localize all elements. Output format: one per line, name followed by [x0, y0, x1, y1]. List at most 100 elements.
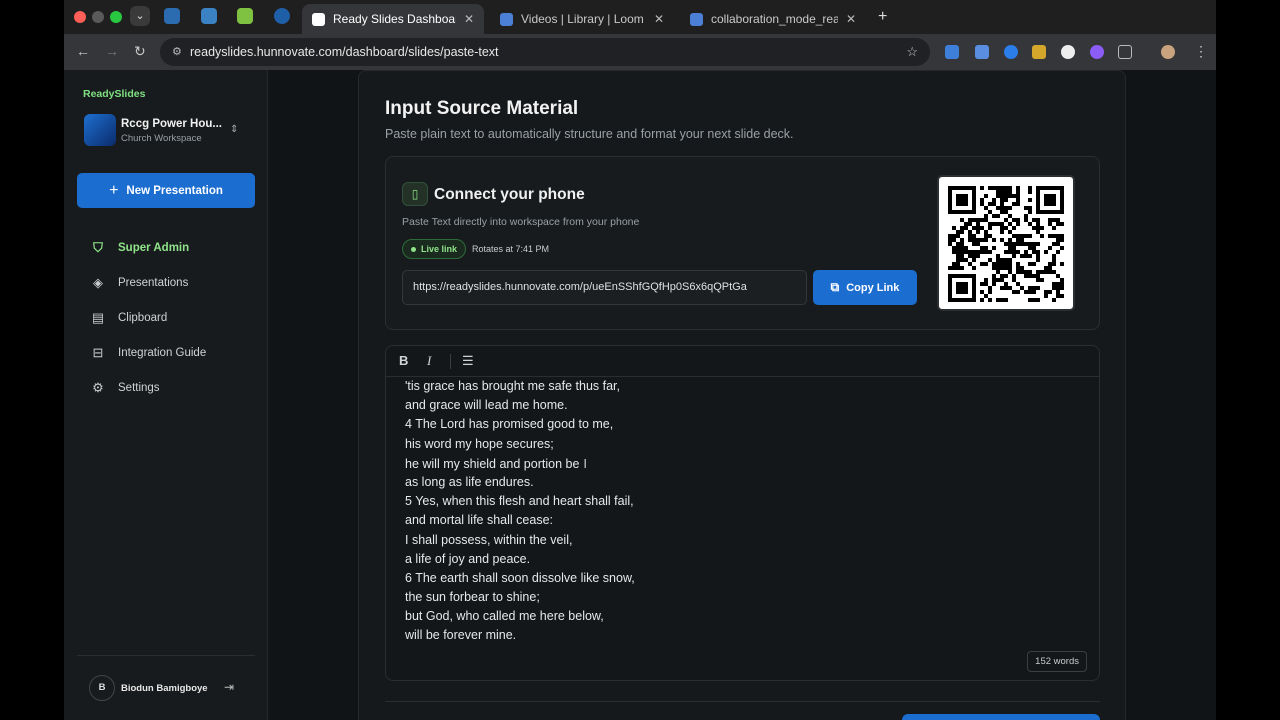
sidebar-item-clipboard[interactable]: ▤ Clipboard — [90, 308, 167, 328]
editor-line[interactable]: a life of joy and peace. — [405, 550, 1005, 569]
pinned-tab-3[interactable] — [237, 8, 253, 24]
workspace-name[interactable]: Rccg Power Hou... — [121, 118, 222, 130]
share-link-field[interactable]: https://readyslides.hunnovate.com/p/ueEn… — [402, 270, 807, 305]
tab-loom[interactable]: Videos | Library | Loom ✕ — [490, 4, 674, 34]
editor-line[interactable]: will be forever mine. — [405, 626, 1005, 645]
live-link-badge: Live link — [402, 239, 467, 259]
clipboard-icon: ▤ — [91, 310, 105, 325]
site-info-icon[interactable]: ⚙ — [172, 45, 182, 58]
sidebar-divider — [77, 655, 255, 656]
pinned-tab-2[interactable] — [201, 8, 217, 24]
page-title: Input Source Material — [385, 98, 579, 119]
plus-icon: + — [109, 181, 119, 199]
extension-icon[interactable] — [975, 45, 989, 59]
browser-window: ⌄ Ready Slides Dashboard ✕ Videos | Libr… — [64, 0, 1216, 720]
user-avatar[interactable]: B — [89, 675, 115, 701]
editor-line[interactable]: and grace will lead me home. — [405, 396, 1005, 415]
extension-icon[interactable] — [945, 45, 959, 59]
sidebar-item-integration-guide[interactable]: ⊟ Integration Guide — [90, 343, 207, 363]
editor-line[interactable]: I shall possess, within the veil, — [405, 531, 1005, 550]
tab-search-icon[interactable]: ⌄ — [130, 6, 150, 26]
shield-check-icon: ⛉ — [93, 240, 103, 255]
qr-code — [937, 175, 1075, 311]
reload-icon[interactable]: ↻ — [134, 43, 146, 60]
editor-line[interactable]: and mortal life shall cease: — [405, 511, 1005, 530]
bullet-list-icon[interactable]: ☰ — [462, 353, 474, 369]
browser-menu-icon[interactable]: ⋮ — [1194, 43, 1208, 60]
tab-title: collaboration_mode_ready_s — [711, 12, 838, 26]
sidebar-item-label: Presentations — [118, 277, 189, 289]
new-tab-icon[interactable]: + — [878, 8, 887, 26]
back-icon[interactable]: ← — [76, 43, 90, 59]
workspace-thumbnail[interactable] — [84, 114, 116, 146]
editor-line[interactable]: 'tis grace has brought me safe thus far, — [405, 377, 1005, 396]
editor-line[interactable]: his word my hope secures; — [405, 435, 1005, 454]
tab-title: Videos | Library | Loom — [521, 12, 644, 26]
sidebar-item-super-admin[interactable]: ⛉ Super Admin — [90, 238, 189, 258]
editor-line[interactable]: 4 The Lord has promised good to me, — [405, 415, 1005, 434]
editor-toolbar: B I ☰ — [386, 346, 1099, 377]
sidebar-item-label: Super Admin — [118, 242, 190, 254]
address-bar[interactable]: ⚙ readyslides.hunnovate.com/dashboard/sl… — [160, 38, 930, 66]
pinned-tab-1[interactable] — [164, 8, 180, 24]
copy-link-label: Copy Link — [846, 281, 900, 294]
logout-icon[interactable]: ⇥ — [224, 680, 234, 694]
editor-line[interactable]: 5 Yes, when this flesh and heart shall f… — [405, 492, 1005, 511]
extension-icon[interactable] — [1004, 45, 1018, 59]
bookmark-star-icon[interactable]: ☆ — [906, 44, 918, 60]
editor-content[interactable]: 'tis grace has brought me safe thus far,… — [405, 377, 1005, 646]
extension-icon[interactable] — [1061, 45, 1075, 59]
copy-icon: ⧉ — [830, 280, 840, 294]
tab-title: Ready Slides Dashboard — [333, 12, 456, 26]
copy-link-button[interactable]: ⧉ Copy Link — [813, 270, 917, 305]
pinned-tab-4[interactable] — [274, 8, 290, 24]
connect-phone-card: ▯ Connect your phone Paste Text directly… — [385, 156, 1100, 330]
bold-icon[interactable]: B — [399, 353, 408, 368]
editor-line[interactable]: 6 The earth shall soon dissolve like sno… — [405, 569, 1005, 588]
editor-line[interactable]: he will my shield and portion be I — [405, 454, 1005, 473]
gear-icon: ⚙ — [92, 380, 104, 395]
footer-divider — [385, 701, 1100, 702]
sidebar: ReadySlides Rccg Power Hou... Church Wor… — [64, 70, 268, 720]
extension-icon[interactable] — [1090, 45, 1104, 59]
profile-avatar[interactable] — [1161, 45, 1175, 59]
tab-collaboration[interactable]: collaboration_mode_ready_s ✕ — [680, 4, 866, 34]
text-editor[interactable]: B I ☰ 'tis grace has brought me safe thu… — [385, 345, 1100, 681]
layers-icon: ◈ — [93, 275, 103, 290]
tab-ready-slides[interactable]: Ready Slides Dashboard ✕ — [302, 4, 484, 34]
text-cursor-icon: I — [583, 455, 588, 471]
editor-line[interactable]: as long as life endures. — [405, 473, 1005, 492]
qr-code-icon — [948, 186, 1064, 302]
brand-name: ReadySlides — [83, 88, 146, 100]
sidebar-item-label: Integration Guide — [118, 347, 207, 359]
close-tab-icon[interactable]: ✕ — [846, 12, 856, 26]
editor-line[interactable]: but God, who called me here below, — [405, 607, 1005, 626]
sidebar-item-settings[interactable]: ⚙ Settings — [90, 378, 159, 398]
connect-phone-description: Paste Text directly into workspace from … — [402, 216, 640, 228]
close-window-button[interactable] — [74, 11, 86, 23]
doc-favicon-icon — [690, 12, 703, 26]
live-link-label: Live link — [421, 244, 458, 254]
primary-action-button[interactable] — [902, 714, 1100, 720]
close-tab-icon[interactable]: ✕ — [654, 12, 664, 26]
extension-icon[interactable] — [1032, 45, 1046, 59]
maximize-window-button[interactable] — [110, 11, 122, 23]
new-presentation-label: New Presentation — [126, 184, 223, 197]
close-tab-icon[interactable]: ✕ — [464, 12, 474, 26]
sidebar-item-presentations[interactable]: ◈ Presentations — [90, 273, 188, 293]
book-icon: ⊟ — [92, 345, 104, 360]
word-count-badge: 152 words — [1027, 651, 1087, 672]
minimize-window-button[interactable] — [92, 11, 104, 23]
italic-icon[interactable]: I — [427, 353, 431, 369]
workspace-switcher-icon[interactable]: ⇕ — [230, 124, 238, 135]
puzzle-extensions-icon[interactable] — [1118, 45, 1132, 59]
user-name: Biodun Bamigboye — [121, 683, 208, 694]
loom-favicon-icon — [500, 12, 513, 26]
readyslides-favicon-icon — [312, 12, 325, 26]
forward-icon[interactable]: → — [105, 43, 119, 59]
editor-line[interactable]: the sun forbear to shine; — [405, 588, 1005, 607]
workspace-type: Church Workspace — [121, 133, 202, 144]
toolbar-divider — [450, 354, 451, 369]
new-presentation-button[interactable]: + New Presentation — [77, 173, 255, 208]
input-panel: Input Source Material Paste plain text t… — [358, 70, 1126, 720]
